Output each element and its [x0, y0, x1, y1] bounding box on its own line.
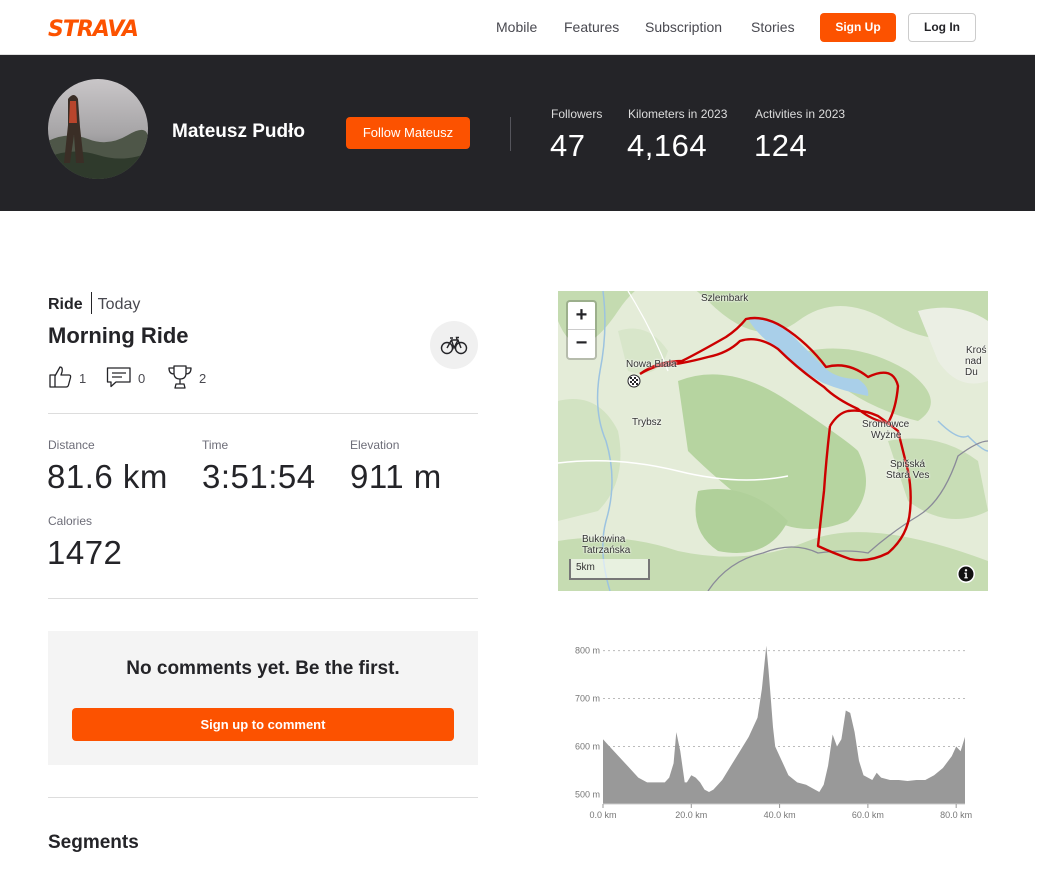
x-tick-label: 60.0 km: [852, 810, 884, 820]
metric-value-calories: 1472: [47, 534, 123, 571]
type-separator: [90, 292, 92, 314]
sign-up-to-comment-button[interactable]: Sign up to comment: [72, 708, 454, 741]
athlete-header: Mateusz Pudło Follow Mateusz Followers 4…: [0, 55, 1035, 211]
divider: [48, 797, 478, 798]
thumbs-up-icon: [48, 365, 73, 392]
follow-button[interactable]: Follow Mateusz: [346, 117, 470, 149]
achievement-count: 2: [199, 370, 207, 386]
zoom-control: + −: [566, 300, 597, 360]
map-label-kros: Kroś nad Du: [965, 345, 987, 378]
stats-divider: [510, 117, 511, 151]
elevation-chart-svg: 500 m 600 m 700 m 800 m 0.0 km 20.0 km 40.0 km…: [575, 645, 972, 820]
top-nav: STRAVA Mobile Features Subscription Stor…: [0, 0, 1035, 55]
athlete-name[interactable]: Mateusz Pudło: [172, 121, 305, 143]
info-icon[interactable]: [956, 564, 976, 584]
zoom-in-button[interactable]: +: [568, 302, 595, 330]
segments-heading: Segments: [48, 832, 139, 853]
avatar[interactable]: [48, 79, 148, 179]
achievements[interactable]: 2: [167, 364, 207, 393]
strava-logo[interactable]: STRAVA: [48, 17, 139, 42]
x-tick-label: 80.0 km: [940, 810, 972, 820]
comments-panel: No comments yet. Be the first. Sign up t…: [48, 631, 478, 765]
bike-icon: [430, 321, 478, 369]
comment-count: 0: [138, 370, 146, 386]
stat-value-kilometers: 4,164: [627, 128, 708, 163]
zoom-out-button[interactable]: −: [568, 330, 595, 358]
y-tick-label: 800 m: [575, 646, 600, 656]
y-tick-label: 700 m: [575, 694, 600, 704]
y-tick-label: 600 m: [575, 741, 600, 751]
activity-date: Today: [97, 296, 141, 314]
nav-link-features[interactable]: Features: [564, 19, 619, 35]
stat-label-kilometers: Kilometers in 2023: [628, 107, 728, 121]
map-label-nowa-biala: Nowa Biała: [626, 359, 677, 370]
no-comments-text: No comments yet. Be the first.: [126, 658, 400, 679]
map-label-szlembark: Szlembark: [701, 293, 749, 304]
activity-type: Ride: [48, 296, 83, 314]
stat-label-activities: Activities in 2023: [755, 107, 846, 121]
metric-value-distance: 81.6 km: [47, 458, 168, 495]
map-label-sromowce: Sromowce Wyżne: [862, 419, 910, 441]
map-label-trybsz: Trybsz: [632, 417, 662, 428]
metric-value-time: 3:51:54: [202, 458, 316, 495]
map-label-bukowina: Bukowina Tatrzańska: [582, 534, 631, 556]
metric-value-elevation: 911 m: [350, 458, 442, 495]
divider: [48, 413, 478, 414]
comments-count[interactable]: 0: [106, 365, 145, 391]
metric-label-time: Time: [202, 438, 229, 452]
metric-label-distance: Distance: [48, 438, 95, 452]
log-in-button[interactable]: Log In: [908, 13, 976, 42]
divider: [48, 598, 478, 599]
stat-label-followers: Followers: [551, 107, 603, 121]
sign-up-button[interactable]: Sign Up: [820, 13, 896, 42]
elevation-area: [603, 645, 965, 804]
comment-icon: [106, 365, 132, 392]
metric-label-elevation: Elevation: [350, 438, 400, 452]
trophy-icon: [167, 364, 193, 393]
stat-value-activities: 124: [754, 128, 808, 163]
activity-title: Morning Ride: [48, 323, 189, 348]
page: STRAVA Mobile Features Subscription Stor…: [0, 0, 1035, 882]
nav-link-stories[interactable]: Stories: [751, 19, 795, 35]
x-tick-label: 20.0 km: [675, 810, 707, 820]
activity-type-line: Ride Today: [48, 292, 141, 316]
kudos-count: 1: [79, 370, 87, 386]
nav-link-subscription[interactable]: Subscription: [645, 19, 722, 35]
x-tick-label: 40.0 km: [764, 810, 796, 820]
x-tick-label: 0.0 km: [589, 810, 616, 820]
route-map[interactable]: Szlembark Nowa Biała Trybsz Sromowce Wyżn…: [558, 291, 988, 591]
y-tick-label: 500 m: [575, 789, 600, 799]
elevation-chart[interactable]: 500 m 600 m 700 m 800 m 0.0 km 20.0 km 40.0 km…: [558, 631, 988, 831]
metric-label-calories: Calories: [48, 514, 93, 528]
stat-value-followers: 47: [550, 128, 586, 163]
kudos[interactable]: 1: [48, 365, 86, 391]
finish-flag-icon: [627, 374, 641, 388]
map-scale: 5km: [569, 559, 650, 580]
map-label-spisska-stara-ves: Spišská Stará Ves: [886, 459, 930, 481]
nav-link-mobile[interactable]: Mobile: [496, 19, 537, 35]
